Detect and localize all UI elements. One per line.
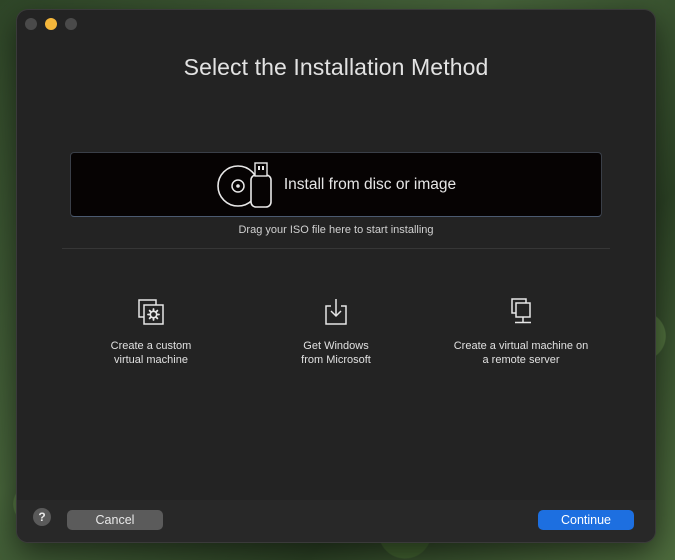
install-from-disc-drop-zone[interactable]: Install from disc or image	[70, 152, 602, 217]
download-icon	[325, 299, 347, 325]
disc-usb-icon	[217, 161, 272, 208]
installer-window: Select the Installation Method Install f…	[17, 10, 655, 542]
drop-zone-label: Install from disc or image	[283, 175, 457, 193]
cancel-button[interactable]: Cancel	[67, 510, 163, 530]
remote-server-icon	[511, 298, 531, 324]
get-windows-label: Get Windows from Microsoft	[301, 340, 371, 366]
minimize-window-button[interactable]	[45, 18, 57, 30]
window-controls	[25, 18, 77, 30]
continue-button[interactable]: Continue	[538, 510, 634, 530]
remote-server-vm-option[interactable]: Create a virtual machine on a remote ser…	[436, 297, 606, 367]
remote-server-vm-label: Create a virtual machine on a remote ser…	[453, 340, 589, 366]
footer-bar: ? Cancel Continue	[17, 500, 655, 542]
custom-vm-icon	[138, 299, 164, 325]
create-custom-vm-label: Create a custom virtual machine	[110, 340, 192, 366]
close-window-button[interactable]	[25, 18, 37, 30]
help-button[interactable]: ?	[33, 508, 51, 526]
get-windows-option[interactable]: Get Windows from Microsoft	[251, 297, 421, 367]
section-divider	[62, 248, 610, 249]
page-title: Select the Installation Method	[183, 54, 489, 80]
drop-zone-hint: Drag your ISO file here to start install…	[238, 224, 434, 236]
create-custom-vm-option[interactable]: Create a custom virtual machine	[66, 297, 236, 367]
zoom-window-button[interactable]	[65, 18, 77, 30]
